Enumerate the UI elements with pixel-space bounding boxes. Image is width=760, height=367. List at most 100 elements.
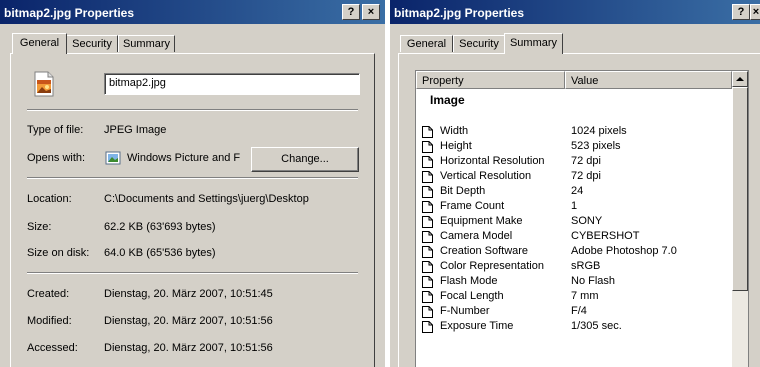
document-icon bbox=[422, 306, 433, 318]
property-row[interactable]: Focal Length 7 mm bbox=[416, 289, 732, 304]
property-value: SONY bbox=[571, 215, 603, 227]
window-title: bitmap2.jpg Properties bbox=[4, 6, 135, 20]
property-name: Horizontal Resolution bbox=[440, 155, 545, 167]
property-value: sRGB bbox=[571, 260, 601, 272]
document-icon bbox=[422, 291, 433, 303]
created-label: Created: bbox=[27, 288, 70, 300]
property-row[interactable]: Bit Depth 24 bbox=[416, 184, 732, 199]
modified-label: Modified: bbox=[27, 315, 72, 327]
property-row[interactable]: Equipment Make SONY bbox=[416, 214, 732, 229]
property-row[interactable]: Flash Mode No Flash bbox=[416, 274, 732, 289]
property-name: Bit Depth bbox=[440, 185, 486, 197]
document-icon bbox=[422, 171, 433, 183]
column-header-property[interactable]: Property bbox=[416, 71, 565, 89]
property-name: Flash Mode bbox=[440, 275, 498, 287]
jpeg-file-icon bbox=[34, 71, 54, 97]
property-row[interactable]: Color Representation sRGB bbox=[416, 259, 732, 274]
separator bbox=[27, 109, 358, 111]
property-name: Camera Model bbox=[440, 230, 513, 242]
property-name: Color Representation bbox=[440, 260, 544, 272]
document-icon bbox=[422, 126, 433, 138]
document-icon bbox=[422, 246, 433, 258]
property-row[interactable]: Height 523 pixels bbox=[416, 139, 732, 154]
property-row[interactable]: Camera Model CYBERSHOT bbox=[416, 229, 732, 244]
property-value: Adobe Photoshop 7.0 bbox=[571, 245, 677, 257]
property-row[interactable]: Vertical Resolution 72 dpi bbox=[416, 169, 732, 184]
tab-security[interactable]: Security bbox=[453, 35, 505, 52]
property-row[interactable]: Creation Software Adobe Photoshop 7.0 bbox=[416, 244, 732, 259]
scroll-up-arrow-icon bbox=[736, 77, 744, 81]
property-value: 72 dpi bbox=[571, 170, 601, 182]
property-value: 1/305 sec. bbox=[571, 320, 622, 332]
document-icon bbox=[422, 141, 433, 153]
property-row[interactable]: Exposure Time 1/305 sec. bbox=[416, 319, 732, 334]
property-name: F-Number bbox=[440, 305, 490, 317]
separator bbox=[27, 272, 358, 274]
property-name: Focal Length bbox=[440, 290, 504, 302]
property-name: Creation Software bbox=[440, 245, 529, 257]
property-name: Equipment Make bbox=[440, 215, 523, 227]
property-name: Vertical Resolution bbox=[440, 170, 532, 182]
document-icon bbox=[422, 321, 433, 333]
vertical-scrollbar[interactable] bbox=[732, 71, 748, 367]
title-bar[interactable]: bitmap2.jpg Properties ? × bbox=[0, 0, 385, 24]
property-row[interactable]: Frame Count 1 bbox=[416, 199, 732, 214]
modified-value: Dienstag, 20. März 2007, 10:51:56 bbox=[104, 315, 273, 327]
property-name: Exposure Time bbox=[440, 320, 514, 332]
close-button[interactable]: × bbox=[750, 4, 760, 20]
help-button[interactable]: ? bbox=[732, 4, 750, 20]
close-button[interactable]: × bbox=[362, 4, 380, 20]
property-value: CYBERSHOT bbox=[571, 230, 640, 242]
opens-with-value: Windows Picture and F bbox=[127, 152, 241, 164]
property-value: No Flash bbox=[571, 275, 616, 287]
document-icon bbox=[422, 156, 433, 168]
document-icon bbox=[422, 201, 433, 213]
help-button[interactable]: ? bbox=[342, 4, 360, 20]
type-label: Type of file: bbox=[27, 124, 84, 136]
tab-summary[interactable]: Summary bbox=[504, 33, 563, 54]
size-value: 62.2 KB (63'693 bytes) bbox=[104, 221, 216, 233]
property-row[interactable]: F-Number F/4 bbox=[416, 304, 732, 319]
group-header-image: Image bbox=[430, 93, 465, 107]
tab-security[interactable]: Security bbox=[66, 35, 118, 52]
tab-general[interactable]: General bbox=[12, 33, 67, 54]
separator bbox=[27, 177, 358, 179]
location-value: C:\Documents and Settings\juerg\Desktop bbox=[104, 193, 309, 205]
file-name-input[interactable]: bitmap2.jpg bbox=[104, 73, 360, 95]
change-button[interactable]: Change... bbox=[251, 147, 359, 172]
property-row[interactable]: Width 1024 pixels bbox=[416, 124, 732, 139]
accessed-value: Dienstag, 20. März 2007, 10:51:56 bbox=[104, 342, 273, 354]
tab-general[interactable]: General bbox=[400, 35, 453, 52]
tab-summary[interactable]: Summary bbox=[118, 35, 175, 52]
property-value: 7 mm bbox=[571, 290, 599, 302]
document-icon bbox=[422, 186, 433, 198]
size-label: Size: bbox=[27, 221, 52, 233]
document-icon bbox=[422, 231, 433, 243]
property-list[interactable]: Property Value Image Width 1024 pixels Hei… bbox=[415, 70, 749, 367]
picture-viewer-icon bbox=[105, 151, 121, 165]
location-label: Location: bbox=[27, 193, 72, 205]
opens-with-label: Opens with: bbox=[27, 152, 86, 164]
general-properties-window: bitmap2.jpg Properties ? × General Secur… bbox=[0, 0, 385, 367]
property-value: 523 pixels bbox=[571, 140, 621, 152]
property-name: Frame Count bbox=[440, 200, 505, 212]
document-icon bbox=[422, 216, 433, 228]
window-title: bitmap2.jpg Properties bbox=[394, 6, 525, 20]
property-value: 1024 pixels bbox=[571, 125, 627, 137]
property-name: Height bbox=[440, 140, 472, 152]
created-value: Dienstag, 20. März 2007, 10:51:45 bbox=[104, 288, 273, 300]
document-icon bbox=[422, 276, 433, 288]
property-value: 1 bbox=[571, 200, 578, 212]
property-value: 24 bbox=[571, 185, 584, 197]
size-on-disk-label: Size on disk: bbox=[27, 247, 90, 259]
scroll-up-button[interactable] bbox=[732, 71, 748, 87]
property-value: F/4 bbox=[571, 305, 587, 317]
size-on-disk-value: 64.0 KB (65'536 bytes) bbox=[104, 247, 216, 259]
property-value: 72 dpi bbox=[571, 155, 601, 167]
scroll-thumb[interactable] bbox=[732, 87, 748, 291]
title-bar[interactable]: bitmap2.jpg Properties ? × bbox=[390, 0, 760, 24]
column-header-value[interactable]: Value bbox=[565, 71, 732, 89]
document-icon bbox=[422, 261, 433, 273]
type-value: JPEG Image bbox=[104, 124, 167, 136]
property-row[interactable]: Horizontal Resolution 72 dpi bbox=[416, 154, 732, 169]
